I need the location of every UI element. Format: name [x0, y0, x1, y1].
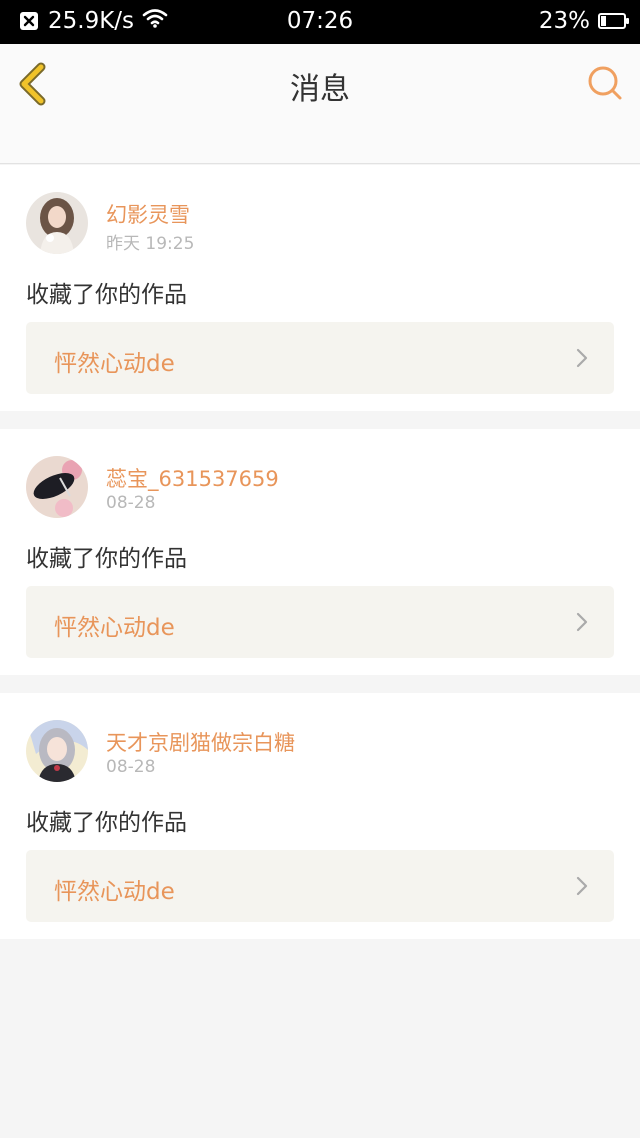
status-bar: 25.9K/s 07:26 23% — [0, 0, 640, 44]
status-right: 23% — [538, 8, 629, 34]
chevron-right-icon — [576, 876, 588, 896]
action-text: 收藏了你的作品 — [26, 546, 187, 572]
action-text: 收藏了你的作品 — [26, 282, 187, 308]
action-text: 收藏了你的作品 — [26, 810, 187, 836]
username[interactable]: 幻影灵雪 — [106, 199, 190, 229]
work-title: 怦然心动de — [54, 615, 175, 641]
avatar[interactable] — [26, 192, 88, 254]
page-title: 消息 — [290, 72, 350, 107]
timestamp: 08-28 — [106, 493, 156, 513]
battery-icon — [598, 13, 629, 29]
search-icon — [588, 66, 622, 100]
timestamp: 08-28 — [106, 757, 156, 777]
notification-card: 蕊宝_631537659 08-28 收藏了你的作品 怦然心动de — [0, 429, 640, 675]
username[interactable]: 蕊宝_631537659 — [106, 463, 279, 493]
chevron-right-icon — [576, 612, 588, 632]
work-link[interactable]: 怦然心动de — [26, 322, 614, 394]
battery-percent: 23% — [538, 8, 590, 34]
username[interactable]: 天才京剧猫做宗白糖 — [106, 727, 295, 757]
work-link[interactable]: 怦然心动de — [26, 850, 614, 922]
timestamp: 昨天 19:25 — [106, 234, 195, 254]
chevron-right-icon — [576, 348, 588, 368]
notification-card: 天才京剧猫做宗白糖 08-28 收藏了你的作品 怦然心动de — [0, 693, 640, 939]
battery-level — [601, 16, 606, 26]
avatar[interactable] — [26, 720, 88, 782]
work-link[interactable]: 怦然心动de — [26, 586, 614, 658]
notification-card: 幻影灵雪 昨天 19:25 收藏了你的作品 怦然心动de — [0, 165, 640, 411]
avatar[interactable] — [26, 456, 88, 518]
work-title: 怦然心动de — [54, 351, 175, 377]
search-button[interactable] — [586, 64, 624, 102]
work-title: 怦然心动de — [54, 879, 175, 905]
